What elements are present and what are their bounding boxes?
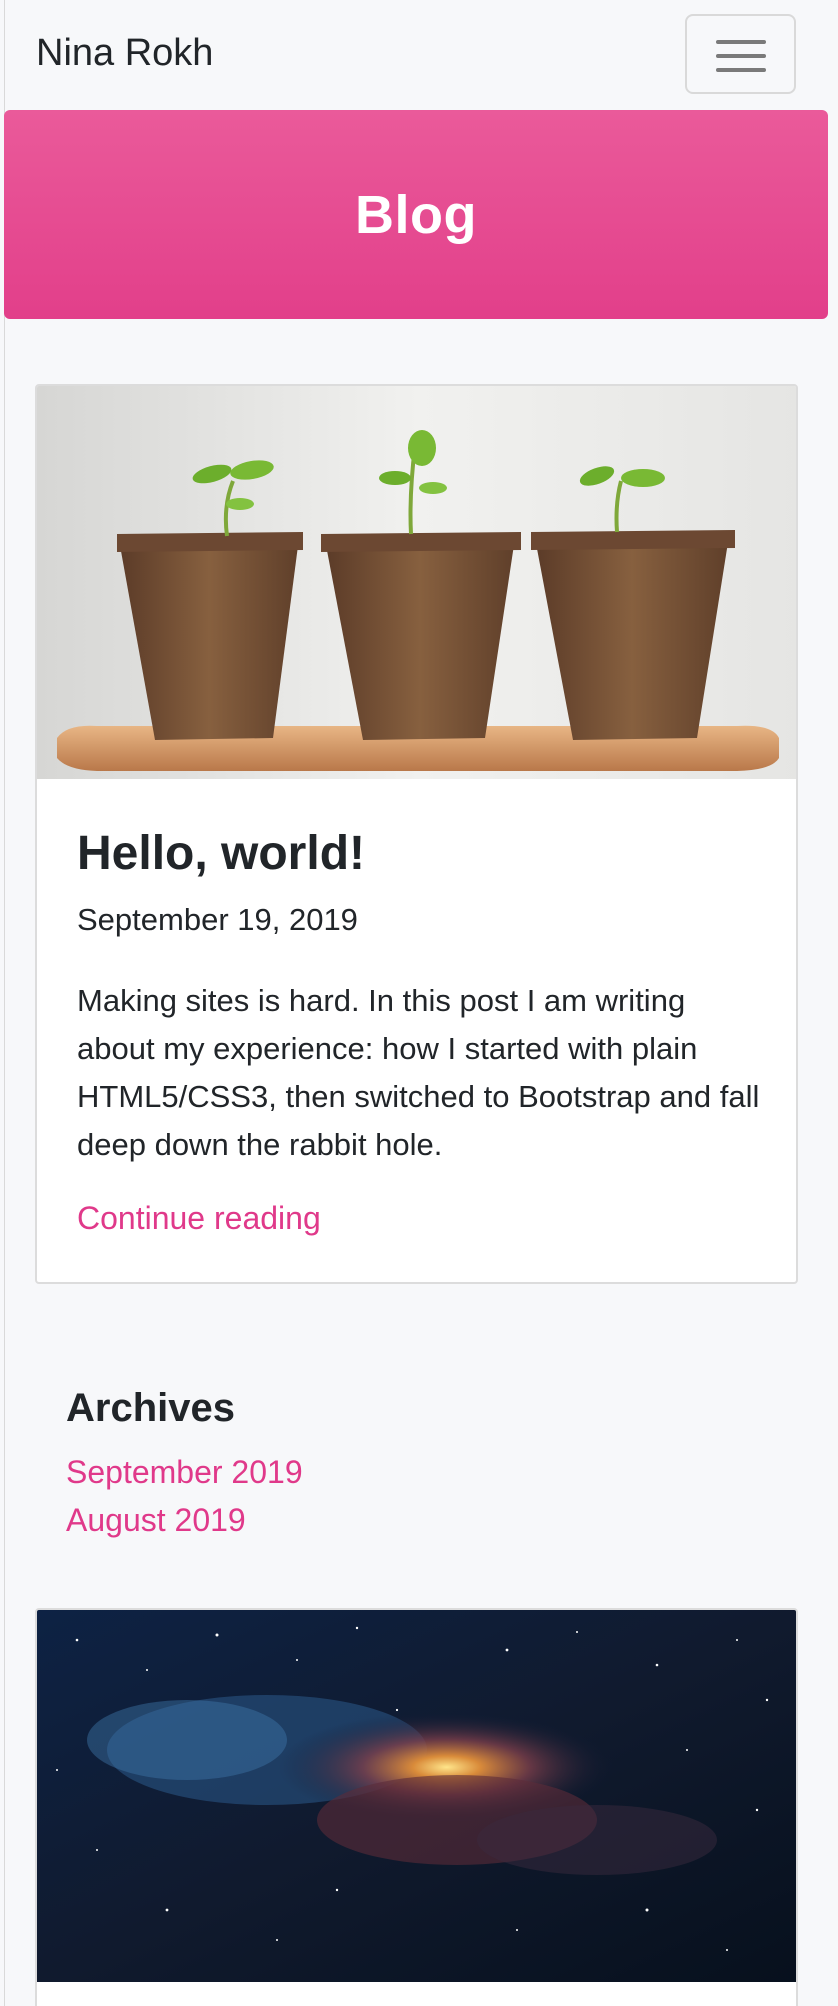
menu-toggle-button[interactable] — [685, 14, 796, 94]
post-card: Hello, world! September 19, 2019 Making … — [35, 384, 798, 1284]
post-title[interactable]: Hello, world! — [77, 826, 365, 882]
archives-item: August 2019 — [66, 1500, 303, 1548]
post-date: September 19, 2019 — [77, 902, 358, 937]
archives-item: September 2019 — [66, 1452, 303, 1500]
post-card — [35, 1608, 798, 2006]
archives-list: September 2019 August 2019 — [66, 1452, 303, 1548]
post-image-seedlings — [37, 386, 796, 779]
post-excerpt: Making sites is hard. In this post I am … — [77, 983, 760, 1162]
archives-heading: Archives — [66, 1386, 235, 1430]
brand-link[interactable]: Nina Rokh — [36, 31, 213, 75]
archive-link-august-2019[interactable]: August 2019 — [66, 1502, 246, 1538]
page-title: Blog — [355, 184, 477, 245]
post-image-milky-way — [37, 1610, 796, 1982]
hero-banner: Blog — [4, 110, 828, 319]
archive-link-september-2019[interactable]: September 2019 — [66, 1454, 303, 1490]
navbar: Nina Rokh — [0, 0, 838, 110]
continue-reading-link[interactable]: Continue reading — [77, 1198, 321, 1238]
